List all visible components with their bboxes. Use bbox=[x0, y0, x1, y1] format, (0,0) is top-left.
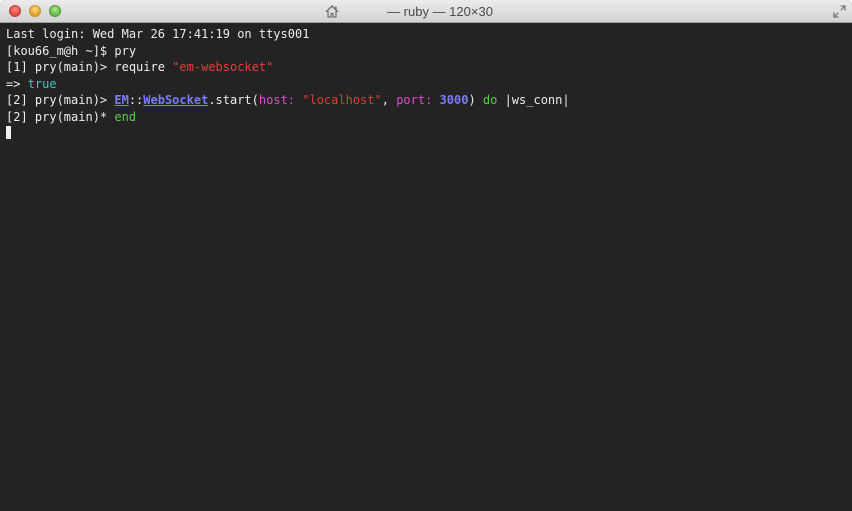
close-paren: ) bbox=[468, 93, 483, 107]
comma: , bbox=[381, 93, 397, 107]
shell-command: pry bbox=[114, 43, 137, 58]
host-value: "localhost" bbox=[302, 93, 382, 107]
title-bar[interactable]: — ruby — 120×30 bbox=[0, 0, 852, 23]
port-key: port: bbox=[396, 93, 433, 107]
block-param: |ws_conn| bbox=[497, 93, 570, 107]
scope-separator: :: bbox=[128, 93, 144, 107]
window-title: — ruby — 120×30 bbox=[387, 4, 493, 19]
cursor-line bbox=[6, 125, 852, 142]
pry-prompt: [1] pry(main)> bbox=[6, 60, 115, 74]
pry-input-line-2: [2] pry(main)> EM::WebSocket.start(host:… bbox=[6, 92, 852, 109]
result-arrow: => bbox=[6, 76, 28, 91]
pry-input-line-1: [1] pry(main)> require "em-websocket" bbox=[6, 59, 852, 76]
method-call: .start( bbox=[208, 93, 259, 107]
result-value: true bbox=[27, 76, 57, 91]
const-em: EM bbox=[114, 93, 129, 107]
text-cursor bbox=[6, 126, 11, 139]
do-keyword: do bbox=[482, 93, 498, 107]
host-key: host: bbox=[258, 93, 296, 107]
result-line: => true bbox=[6, 76, 852, 93]
pry-input-line-3: [2] pry(main)* end bbox=[6, 109, 852, 126]
pry-prompt: [2] pry(main)* bbox=[6, 109, 115, 124]
port-value: 3000 bbox=[439, 93, 469, 107]
require-argument: "em-websocket" bbox=[172, 60, 274, 74]
shell-prompt: [kou66_m@h ~]$ bbox=[6, 43, 115, 58]
window-title-wrap: — ruby — 120×30 bbox=[0, 4, 852, 20]
end-keyword: end bbox=[114, 109, 137, 124]
login-line: Last login: Wed Mar 26 17:41:19 on ttys0… bbox=[6, 27, 310, 41]
require-keyword: require bbox=[114, 60, 173, 74]
const-websocket: WebSocket bbox=[143, 93, 209, 107]
shell-prompt-line: [kou66_m@h ~]$ pry bbox=[6, 43, 852, 60]
terminal-content[interactable]: Last login: Wed Mar 26 17:41:19 on ttys0… bbox=[0, 23, 852, 511]
fullscreen-icon[interactable] bbox=[833, 5, 846, 18]
pry-prompt: [2] pry(main)> bbox=[6, 93, 115, 107]
terminal-window: — ruby — 120×30 Last login: Wed Mar 26 1… bbox=[0, 0, 852, 511]
